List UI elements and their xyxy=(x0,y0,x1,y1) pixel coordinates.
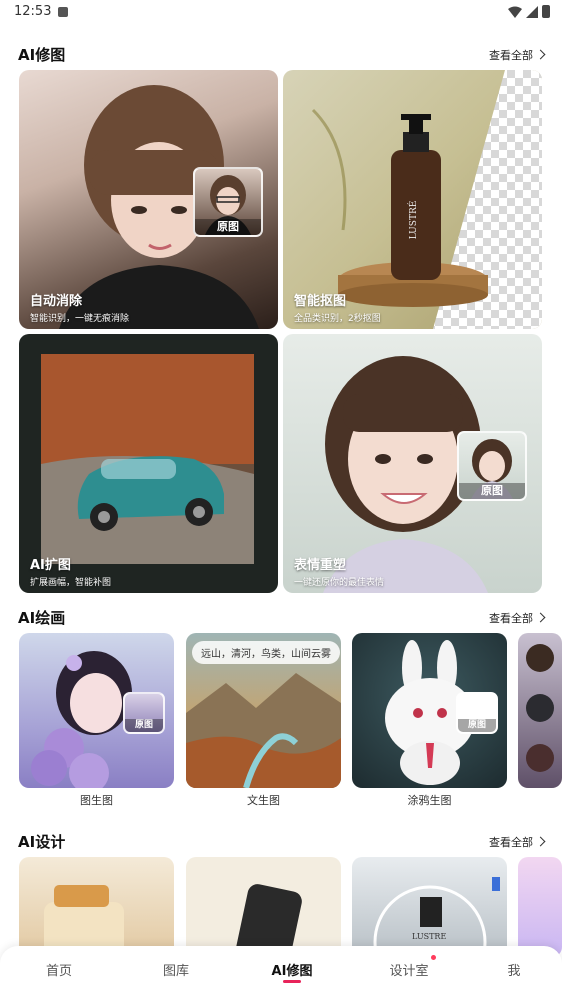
auto-erase-label: 自动消除 智能识别，一键无痕消除 xyxy=(30,290,129,324)
expression-reshape-card[interactable]: 原图 表情重塑 一键还原你的最佳表情 xyxy=(283,334,542,593)
app-notification-icon xyxy=(58,7,68,17)
product-label-text: LUSTRÉ xyxy=(407,201,419,240)
avatar-collage-art xyxy=(526,644,554,772)
section-header-design: AI设计 查看全部 xyxy=(18,831,546,852)
see-all-retouch-link[interactable]: 查看全部 xyxy=(489,47,546,63)
original-badge: 原图 xyxy=(459,483,525,499)
design-card-toaster[interactable] xyxy=(19,857,174,957)
nav-me[interactable]: 我 xyxy=(474,960,554,979)
design-card-phone[interactable] xyxy=(186,857,341,957)
avatar-collage-card[interactable] xyxy=(518,633,562,788)
doodle-to-image-card[interactable]: 原图 xyxy=(352,633,507,788)
section-header-retouch: AI修图 查看全部 xyxy=(18,44,546,65)
see-all-label: 查看全部 xyxy=(489,48,533,62)
card-title: 表情重塑 xyxy=(294,558,347,573)
nav-design-studio[interactable]: 设计室 xyxy=(369,960,449,979)
wifi-icon xyxy=(508,6,522,18)
original-thumbnail: 原图 xyxy=(457,431,527,501)
card-title: 智能抠图 xyxy=(294,294,347,309)
phone-art xyxy=(232,884,302,957)
chevron-right-icon xyxy=(535,612,546,623)
design-card-partial[interactable] xyxy=(518,857,562,957)
card-subtitle: 全品类识别，2秒抠图 xyxy=(294,314,381,324)
original-badge: 原图 xyxy=(125,719,163,732)
image-to-image-caption: 图生图 xyxy=(80,794,113,807)
text-to-image-caption: 文生图 xyxy=(247,794,280,807)
status-icons xyxy=(508,5,550,18)
original-thumbnail: 原图 xyxy=(193,167,263,237)
see-all-label: 查看全部 xyxy=(489,611,533,625)
original-thumbnail: 原图 xyxy=(123,692,165,734)
battery-icon xyxy=(542,5,550,18)
image-to-image-card[interactable]: 原图 xyxy=(19,633,174,788)
text-to-image-card[interactable]: 远山，清河，鸟类，山间云雾 xyxy=(186,633,341,788)
prompt-bubble: 远山，清河，鸟类，山间云雾 xyxy=(192,641,340,664)
section-title-painting: AI绘画 xyxy=(18,609,66,627)
nav-ai-retouch[interactable]: AI修图 xyxy=(252,960,332,979)
toaster-art xyxy=(44,885,124,957)
status-time: 12:53 xyxy=(14,4,52,19)
original-badge: 原图 xyxy=(195,219,261,235)
see-all-label: 查看全部 xyxy=(489,835,533,849)
nav-home[interactable]: 首页 xyxy=(19,960,99,979)
auto-erase-card[interactable]: 原图 自动消除 智能识别，一键无痕消除 xyxy=(19,70,278,329)
notification-dot xyxy=(431,955,436,960)
section-title-retouch: AI修图 xyxy=(18,46,66,64)
ai-expand-label: AI扩图 扩展画幅，智能补图 xyxy=(30,554,111,588)
see-all-design-link[interactable]: 查看全部 xyxy=(489,834,546,850)
product-label-text: LUSTRE xyxy=(412,932,447,941)
card-subtitle: 一键还原你的最佳表情 xyxy=(294,578,385,588)
see-all-painting-link[interactable]: 查看全部 xyxy=(489,610,546,626)
doodle-to-image-caption: 涂鸦生图 xyxy=(407,794,452,807)
signal-icon xyxy=(526,5,538,18)
ai-expand-card[interactable]: AI扩图 扩展画幅，智能补图 xyxy=(19,334,278,593)
card-title: 自动消除 xyxy=(30,294,83,309)
smart-cutout-card[interactable]: LUSTRÉ 智能抠图 全品类识别，2秒抠图 xyxy=(283,70,542,329)
product-art xyxy=(373,877,500,957)
bottom-nav: 首页 图库 AI修图 设计室 我 xyxy=(0,946,562,999)
nav-gallery[interactable]: 图库 xyxy=(136,960,216,979)
chevron-right-icon xyxy=(535,836,546,847)
status-bar: 12:53 xyxy=(0,0,562,26)
original-thumbnail: 原图 xyxy=(456,692,498,734)
active-tab-indicator xyxy=(283,980,301,983)
card-subtitle: 扩展画幅，智能补图 xyxy=(30,578,112,588)
smart-cutout-label: 智能抠图 全品类识别，2秒抠图 xyxy=(294,290,381,324)
section-title-design: AI设计 xyxy=(18,833,66,851)
card-title: AI扩图 xyxy=(30,558,71,573)
chevron-right-icon xyxy=(535,49,546,60)
section-header-painting: AI绘画 查看全部 xyxy=(18,607,546,628)
design-card-product[interactable]: LUSTRE xyxy=(352,857,507,957)
card-subtitle: 智能识别，一键无痕消除 xyxy=(30,314,130,324)
expression-reshape-label: 表情重塑 一键还原你的最佳表情 xyxy=(294,554,384,588)
original-badge: 原图 xyxy=(458,719,496,732)
